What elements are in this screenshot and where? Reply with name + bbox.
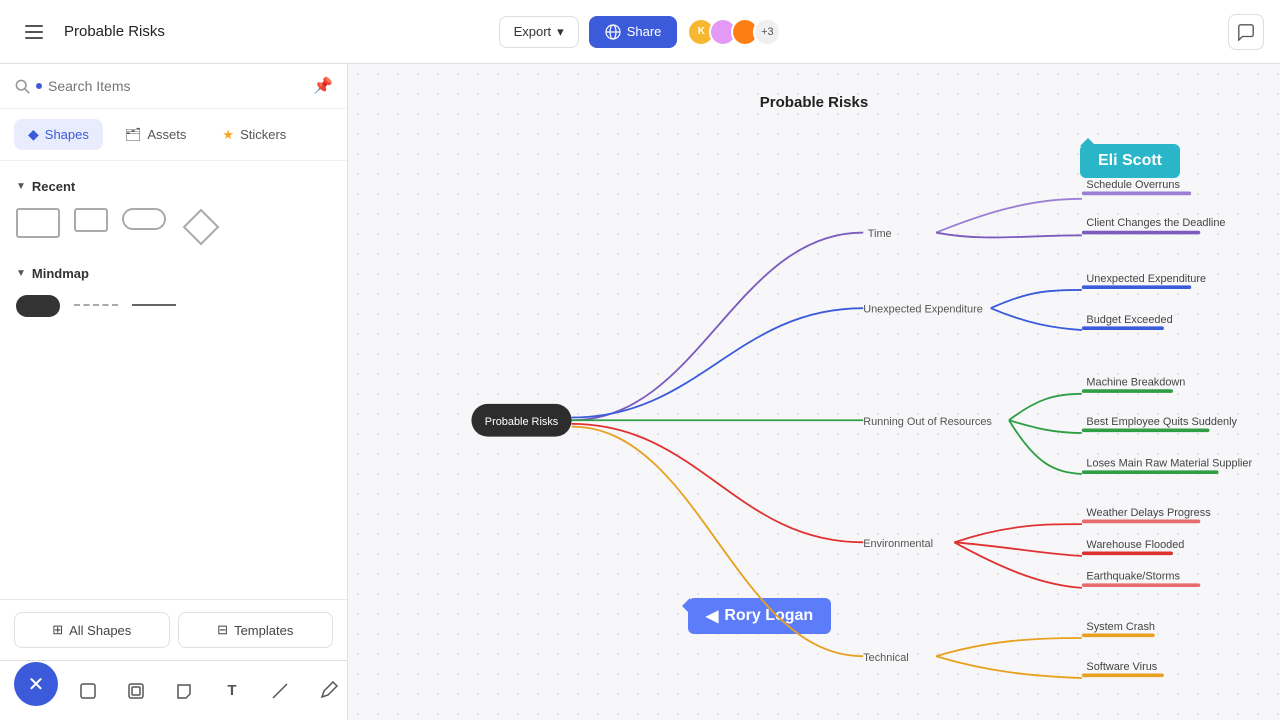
shape-mm-line[interactable]	[132, 295, 176, 317]
sticky-tool-button[interactable]	[166, 673, 202, 709]
templates-button[interactable]: ⊟ Templates	[178, 612, 334, 648]
svg-text:Best Employee Quits Suddenly: Best Employee Quits Suddenly	[1086, 416, 1237, 428]
section-recent-label: Recent	[32, 179, 75, 194]
svg-text:Client Changes the Deadline: Client Changes the Deadline	[1086, 217, 1225, 229]
sidebar-tabs: ◆ Shapes 🗂 Assets ★ Stickers	[0, 109, 347, 161]
sidebar-content: ▼ Recent ▼ Mindmap	[0, 161, 347, 599]
recent-arrow-icon: ▼	[16, 181, 26, 192]
sidebar-bottom-buttons: ⊞ All Shapes ⊟ Templates	[0, 599, 347, 660]
main-layout: 📌 ◆ Shapes 🗂 Assets ★ Stickers ▼ Recent	[0, 64, 1280, 720]
sidebar: 📌 ◆ Shapes 🗂 Assets ★ Stickers ▼ Recent	[0, 64, 348, 720]
shape-diamond[interactable]	[180, 208, 222, 246]
svg-text:Running Out of Resources: Running Out of Resources	[863, 416, 992, 428]
svg-text:Technical: Technical	[863, 652, 909, 664]
topbar-actions: Export ▾ Share K +3	[499, 16, 782, 48]
sticky-icon	[174, 681, 194, 701]
line-icon	[270, 681, 290, 701]
recent-shapes-row	[0, 202, 347, 258]
svg-text:Time: Time	[868, 228, 892, 240]
topbar: Probable Risks Export ▾ Share K +3	[0, 0, 1280, 64]
tab-assets[interactable]: 🗂 Assets	[111, 119, 201, 150]
share-button[interactable]: Share	[589, 16, 678, 48]
chat-icon	[1237, 23, 1255, 41]
mindmap-arrow-icon: ▼	[16, 268, 26, 279]
share-label: Share	[627, 24, 662, 39]
globe-icon	[605, 24, 621, 40]
doc-title: Probable Risks	[64, 23, 487, 40]
shape-mm-node[interactable]	[16, 295, 60, 317]
shape-mm-dash[interactable]	[74, 295, 118, 317]
svg-text:Budget Exceeded: Budget Exceeded	[1086, 314, 1172, 326]
templates-icon: ⊟	[217, 622, 228, 638]
shape-rect-sm[interactable]	[74, 208, 108, 246]
tab-stickers[interactable]: ★ Stickers	[208, 119, 300, 150]
canvas-area[interactable]: Probable Risks Eli Scott ◀ Rory Logan Pr…	[348, 64, 1280, 720]
frame-icon	[126, 681, 146, 701]
svg-text:Warehouse Flooded: Warehouse Flooded	[1086, 539, 1184, 551]
line-tool-button[interactable]	[262, 673, 298, 709]
section-mindmap-label: Mindmap	[32, 266, 89, 281]
export-button[interactable]: Export ▾	[499, 16, 579, 48]
search-input[interactable]	[48, 78, 305, 94]
search-wrap	[14, 78, 305, 94]
text-icon: T	[227, 682, 236, 699]
mindmap-svg: Probable Risks Time Schedule Overruns Cl…	[348, 64, 1280, 720]
draw-tools: T	[70, 673, 346, 709]
avatars: K +3	[687, 18, 781, 46]
search-dot	[36, 83, 42, 89]
tab-shapes-label: Shapes	[45, 127, 89, 142]
shape-pill[interactable]	[122, 208, 166, 246]
svg-text:Earthquake/Storms: Earthquake/Storms	[1086, 571, 1180, 583]
tab-stickers-label: Stickers	[240, 127, 286, 142]
sidebar-search-area: 📌	[0, 64, 347, 109]
templates-label: Templates	[234, 623, 293, 638]
svg-text:Probable Risks: Probable Risks	[485, 416, 559, 428]
avatar-count: +3	[753, 18, 781, 46]
all-shapes-label: All Shapes	[69, 623, 131, 638]
stickers-icon: ★	[222, 127, 234, 143]
svg-text:Unexpected Expenditure: Unexpected Expenditure	[1086, 273, 1206, 285]
mindmap-shapes-row	[0, 289, 347, 329]
pen-tool-button[interactable]	[310, 673, 346, 709]
close-button[interactable]: ✕	[14, 662, 58, 706]
pen-icon	[318, 681, 338, 701]
svg-text:System Crash: System Crash	[1086, 621, 1155, 633]
pin-button[interactable]: 📌	[313, 76, 333, 96]
tab-shapes[interactable]: ◆ Shapes	[14, 119, 103, 150]
svg-text:Environmental: Environmental	[863, 538, 933, 550]
svg-text:Software Virus: Software Virus	[1086, 661, 1157, 673]
all-shapes-button[interactable]: ⊞ All Shapes	[14, 612, 170, 648]
svg-text:Machine Breakdown: Machine Breakdown	[1086, 377, 1185, 389]
all-shapes-icon: ⊞	[52, 622, 63, 638]
section-mindmap-header[interactable]: ▼ Mindmap	[0, 258, 347, 289]
draw-toolbar: ✕	[0, 660, 347, 720]
svg-text:Unexpected Expenditure: Unexpected Expenditure	[863, 304, 983, 316]
search-icon	[14, 78, 30, 94]
section-recent-header[interactable]: ▼ Recent	[0, 171, 347, 202]
chevron-down-icon: ▾	[557, 24, 564, 40]
tab-assets-label: Assets	[147, 127, 186, 142]
hamburger-icon	[25, 25, 43, 39]
shapes-icon: ◆	[28, 126, 39, 143]
select-tool-button[interactable]	[70, 673, 106, 709]
svg-text:Loses Main Raw Material Suppli: Loses Main Raw Material Supplier	[1086, 458, 1252, 470]
assets-icon: 🗂	[125, 127, 142, 143]
export-label: Export	[514, 24, 552, 39]
svg-text:Weather Delays Progress: Weather Delays Progress	[1086, 507, 1211, 519]
shape-rect[interactable]	[16, 208, 60, 246]
select-icon	[78, 681, 98, 701]
chat-button[interactable]	[1228, 14, 1264, 50]
frame-tool-button[interactable]	[118, 673, 154, 709]
text-tool-button[interactable]: T	[214, 673, 250, 709]
svg-text:Schedule Overruns: Schedule Overruns	[1086, 179, 1180, 191]
menu-button[interactable]	[16, 14, 52, 50]
